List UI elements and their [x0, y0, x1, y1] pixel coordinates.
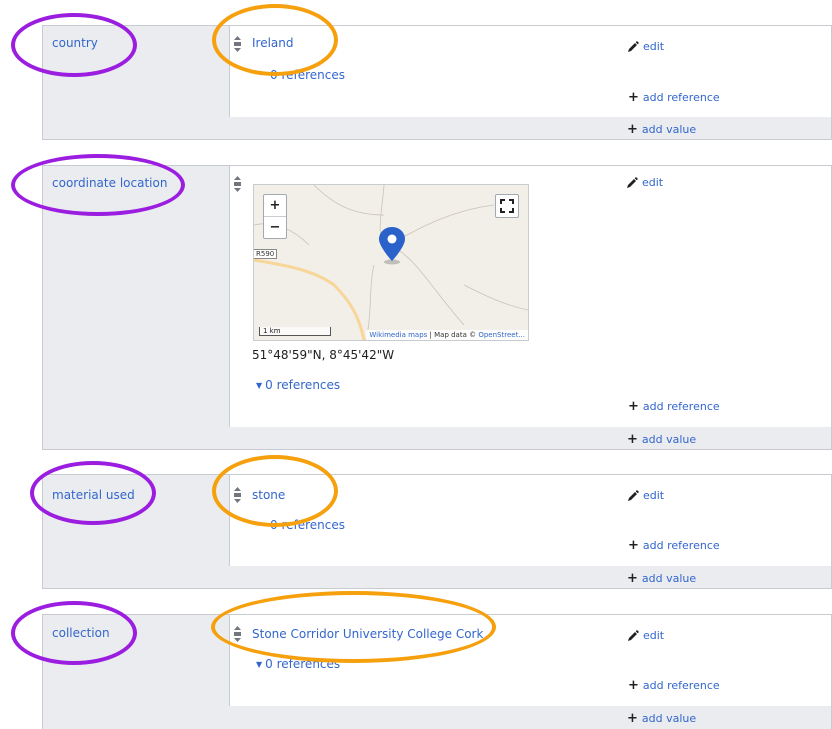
- add-reference-button[interactable]: + add reference: [628, 399, 720, 414]
- references-toggle[interactable]: ▼ 0 references: [256, 378, 340, 392]
- plus-icon: +: [628, 399, 639, 414]
- add-reference-button[interactable]: + add reference: [628, 90, 720, 105]
- value-box-material-used: stone edit 0 references + add reference: [229, 475, 831, 566]
- property-label-material-used[interactable]: material used: [52, 488, 135, 502]
- edit-button[interactable]: edit: [627, 489, 664, 502]
- rank-normal-icon[interactable]: [233, 626, 242, 642]
- add-value-label: add value: [641, 572, 697, 585]
- rank-normal-icon[interactable]: [233, 36, 242, 52]
- location-map[interactable]: + − R590 1 km Wikimedia maps | Map data …: [253, 184, 529, 341]
- add-reference-label: add reference: [642, 539, 720, 552]
- rank-normal-icon[interactable]: [233, 176, 242, 192]
- plus-icon: +: [627, 432, 638, 447]
- edit-button[interactable]: edit: [627, 629, 664, 642]
- plus-icon: +: [628, 538, 639, 553]
- triangle-down-icon: ▼: [256, 660, 263, 669]
- statement-coordinate-location: coordinate location + − R590 1 km Wikime…: [42, 165, 832, 450]
- add-reference-label: add reference: [642, 679, 720, 692]
- add-value-label: add value: [641, 712, 697, 725]
- add-value-label: add value: [641, 433, 697, 446]
- add-value-button[interactable]: + add value: [627, 122, 696, 137]
- references-label: 0 references: [270, 518, 345, 532]
- triangle-down-icon: ▼: [256, 381, 263, 390]
- map-attribution: Wikimedia maps | Map data © OpenStreet..…: [366, 330, 528, 340]
- plus-icon: +: [627, 122, 638, 137]
- add-reference-label: add reference: [642, 91, 720, 104]
- add-reference-button[interactable]: + add reference: [628, 678, 720, 693]
- edit-label: edit: [642, 176, 664, 189]
- statement-country: country Ireland edit 0 references + add r…: [42, 25, 832, 140]
- value-box-coordinate-location: + − R590 1 km Wikimedia maps | Map data …: [229, 166, 831, 427]
- add-reference-button[interactable]: + add reference: [628, 538, 720, 553]
- edit-label: edit: [643, 629, 665, 642]
- map-scale: 1 km: [259, 327, 331, 336]
- fullscreen-button[interactable]: [495, 194, 519, 218]
- edit-button[interactable]: edit: [626, 176, 663, 189]
- property-label-coordinate-location[interactable]: coordinate location: [52, 176, 167, 190]
- map-marker-icon[interactable]: [376, 225, 408, 265]
- zoom-controls: + −: [263, 194, 287, 239]
- value-box-country: Ireland edit 0 references + add reference: [229, 26, 831, 117]
- statement-collection: collection Stone Corridor University Col…: [42, 614, 832, 729]
- value-country[interactable]: Ireland: [252, 36, 294, 50]
- road-label: R590: [254, 249, 278, 259]
- add-value-button[interactable]: + add value: [627, 571, 696, 586]
- references-label: 0 references: [270, 68, 345, 82]
- pencil-icon: [627, 176, 638, 188]
- fullscreen-icon: [500, 199, 514, 213]
- plus-icon: +: [627, 571, 638, 586]
- plus-icon: +: [628, 678, 639, 693]
- edit-label: edit: [643, 40, 665, 53]
- references-toggle[interactable]: 0 references: [270, 68, 345, 82]
- references-toggle[interactable]: 0 references: [270, 518, 345, 532]
- edit-button[interactable]: edit: [627, 40, 664, 53]
- zoom-out-button[interactable]: −: [264, 216, 286, 238]
- rank-normal-icon[interactable]: [233, 487, 242, 503]
- property-label-country[interactable]: country: [52, 36, 98, 50]
- add-value-label: add value: [641, 123, 697, 136]
- plus-icon: +: [628, 90, 639, 105]
- coordinate-value: 51°48'59"N, 8°45'42"W: [252, 348, 395, 362]
- references-toggle[interactable]: ▼ 0 references: [256, 657, 340, 671]
- value-collection[interactable]: Stone Corridor University College Cork: [252, 627, 483, 641]
- attribution-text: | Map data ©: [427, 331, 479, 339]
- value-box-collection: Stone Corridor University College Cork e…: [229, 615, 831, 706]
- value-material-used[interactable]: stone: [252, 488, 285, 502]
- plus-icon: +: [627, 711, 638, 726]
- wikimedia-maps-link[interactable]: Wikimedia maps: [369, 331, 427, 339]
- property-label-collection[interactable]: collection: [52, 626, 110, 640]
- openstreetmap-link[interactable]: OpenStreet...: [478, 331, 525, 339]
- pencil-icon: [628, 40, 639, 52]
- edit-label: edit: [643, 489, 665, 502]
- zoom-in-button[interactable]: +: [264, 195, 286, 216]
- references-label: 0 references: [265, 657, 341, 671]
- add-value-button[interactable]: + add value: [627, 432, 696, 447]
- add-value-button[interactable]: + add value: [627, 711, 696, 726]
- pencil-icon: [628, 489, 639, 501]
- statement-material-used: material used stone edit 0 references + a…: [42, 474, 832, 589]
- pencil-icon: [628, 629, 639, 641]
- add-reference-label: add reference: [642, 400, 720, 413]
- references-label: 0 references: [265, 378, 341, 392]
